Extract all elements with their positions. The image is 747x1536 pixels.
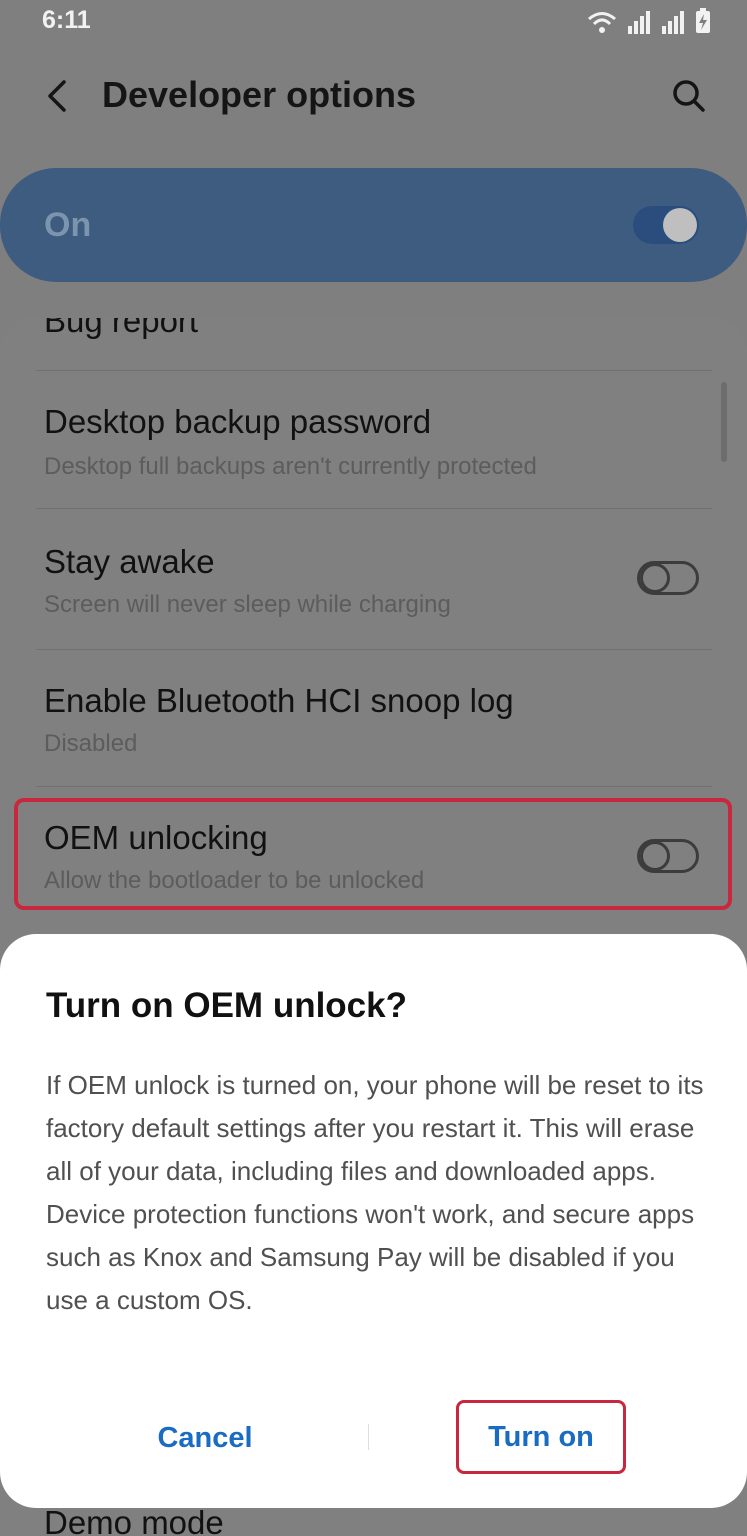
back-arrow-icon[interactable] — [42, 76, 74, 116]
battery-charging-icon — [696, 8, 710, 33]
setting-subtitle: Screen will never sleep while charging — [44, 591, 451, 618]
setting-subtitle: Disabled — [44, 730, 138, 757]
turn-on-button[interactable]: Turn on — [456, 1400, 626, 1474]
setting-title: Enable Bluetooth HCI snoop log — [44, 682, 514, 719]
toggle-knob — [663, 208, 697, 242]
setting-title: Bug report — [44, 318, 199, 339]
page-title: Developer options — [102, 74, 417, 115]
oem-unlocking-highlight — [14, 798, 732, 910]
master-switch-bar[interactable]: On — [0, 168, 747, 282]
dialog-title: Turn on OEM unlock? — [46, 986, 407, 1025]
setting-bluetooth-hci-snoop-log[interactable]: Enable Bluetooth HCI snoop log Disabled — [0, 650, 747, 786]
master-switch-label: On — [44, 206, 92, 244]
master-switch-toggle[interactable] — [633, 206, 699, 244]
toggle-knob — [640, 563, 670, 593]
status-time: 6:11 — [42, 6, 91, 34]
action-divider — [368, 1424, 369, 1450]
signal-icon-2 — [662, 11, 684, 34]
setting-desktop-backup-password[interactable]: Desktop backup password Desktop full bac… — [0, 371, 747, 507]
signal-icon — [628, 11, 650, 34]
setting-bug-report[interactable]: Bug report — [0, 318, 747, 370]
dialog-actions: Cancel Turn on — [0, 1400, 747, 1476]
setting-title: Stay awake — [44, 543, 215, 580]
stay-awake-toggle[interactable] — [637, 561, 699, 595]
search-icon[interactable] — [671, 76, 707, 116]
setting-subtitle: Desktop full backups aren't currently pr… — [44, 453, 537, 480]
wifi-icon — [588, 12, 616, 33]
app-bar: Developer options — [0, 56, 747, 140]
oem-unlock-dialog: Turn on OEM unlock? If OEM unlock is tur… — [0, 934, 747, 1508]
status-icons — [587, 8, 711, 34]
setting-title: Demo mode — [44, 1504, 224, 1536]
setting-title: Desktop backup password — [44, 403, 432, 440]
cancel-button[interactable]: Cancel — [100, 1400, 310, 1476]
setting-stay-awake[interactable]: Stay awake Screen will never sleep while… — [0, 509, 747, 649]
dialog-body: If OEM unlock is turned on, your phone w… — [46, 1070, 704, 1315]
status-bar: 6:11 — [0, 0, 747, 48]
